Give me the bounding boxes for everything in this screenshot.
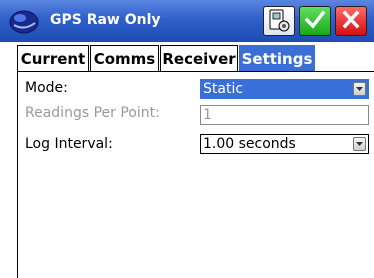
chevron-down-icon: [356, 87, 363, 91]
tab-current[interactable]: Current: [17, 45, 89, 72]
mode-value: Static: [203, 81, 244, 97]
tab-divider: [17, 71, 374, 72]
close-icon: [342, 10, 360, 29]
chevron-down-icon: [356, 142, 363, 146]
cancel-button[interactable]: [335, 6, 367, 36]
tab-comms[interactable]: Comms: [90, 45, 159, 72]
mode-label: Mode:: [25, 80, 68, 96]
title-bar: GPS Raw Only: [0, 0, 374, 42]
log-interval-dropdown[interactable]: 1.00 seconds: [200, 134, 369, 154]
checkmark-icon: [304, 10, 326, 29]
device-settings-button[interactable]: [263, 6, 295, 36]
tab-receiver[interactable]: Receiver: [160, 45, 238, 72]
device-settings-icon: [269, 9, 290, 32]
mode-dropdown[interactable]: Static: [200, 79, 369, 99]
window-title: GPS Raw Only: [50, 12, 161, 28]
log-interval-dropdown-arrow[interactable]: [353, 137, 366, 151]
ok-button[interactable]: [299, 6, 331, 36]
log-interval-label: Log Interval:: [25, 136, 113, 152]
readings-per-point-label: Readings Per Point:: [25, 105, 160, 121]
log-interval-value: 1.00 seconds: [203, 136, 296, 152]
panel-left-border: [17, 71, 18, 278]
tab-settings[interactable]: Settings: [239, 45, 315, 72]
gps-globe-icon: [9, 10, 39, 34]
readings-per-point-value: 1: [203, 107, 212, 123]
mode-dropdown-arrow[interactable]: [353, 82, 366, 96]
tab-bar: Current Comms Receiver Settings: [0, 42, 374, 72]
readings-per-point-input: 1: [200, 105, 369, 125]
